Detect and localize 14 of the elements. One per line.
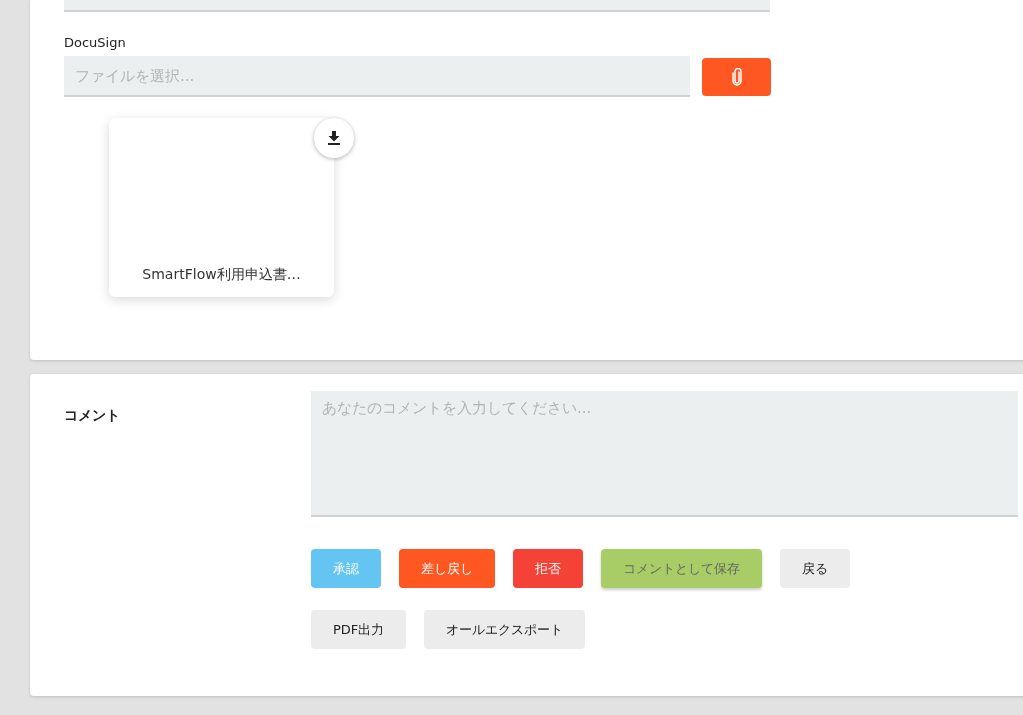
action-button[interactable]: オールエクスポート: [424, 610, 586, 649]
file-name: SmartFlow利用申込書…: [142, 266, 301, 284]
reject-button[interactable]: 拒否: [513, 549, 583, 588]
action-button[interactable]: PDF出力: [311, 610, 407, 649]
file-card[interactable]: SmartFlow利用申込書…: [109, 118, 334, 297]
download-icon: [328, 131, 340, 145]
paperclip-icon: [731, 67, 742, 86]
file-input-field[interactable]: ファイルを選択...: [64, 56, 690, 97]
comment-field[interactable]: あなたのコメントを入力してください...: [311, 391, 1018, 517]
field-label: DocuSign: [64, 35, 127, 52]
action-button[interactable]: 戻る: [780, 549, 850, 588]
download-button[interactable]: [314, 118, 354, 158]
comment-label: コメント: [64, 406, 121, 425]
attach-button[interactable]: [702, 57, 771, 96]
